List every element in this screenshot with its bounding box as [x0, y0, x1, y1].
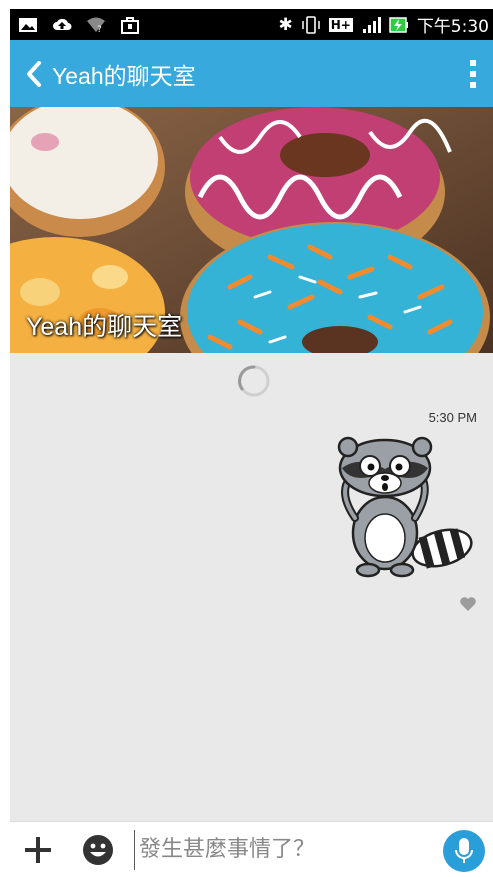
- more-vert-icon: [470, 59, 476, 88]
- chatroom-cover-image: Yeah的聊天室: [10, 107, 493, 353]
- vibrate-icon: [301, 15, 320, 34]
- voice-input-button[interactable]: [443, 830, 485, 872]
- smiley-icon: [83, 834, 113, 865]
- page-title: Yeah的聊天室: [52, 62, 196, 89]
- message-timestamp: 5:30 PM: [428, 410, 477, 425]
- raccoon-sticker[interactable]: [330, 433, 475, 583]
- signal-icon: [362, 16, 381, 33]
- back-button[interactable]: [16, 40, 52, 107]
- message-input[interactable]: [134, 829, 424, 870]
- svg-text:?: ?: [97, 25, 102, 34]
- banner-title: Yeah的聊天室: [26, 313, 183, 341]
- heart-icon[interactable]: [459, 596, 477, 612]
- store-notification-icon: [121, 16, 139, 34]
- emoji-button[interactable]: [78, 830, 118, 870]
- app-bar: Yeah的聊天室: [10, 40, 493, 107]
- battery-charging-icon: [389, 16, 408, 33]
- gallery-notification-icon: [19, 17, 37, 32]
- status-bar: ? ✱ H+ 下午5:30: [10, 9, 493, 40]
- wifi-unknown-icon: ?: [87, 17, 105, 34]
- status-time: 下午5:30: [416, 17, 489, 37]
- loading-spinner-icon: [238, 365, 270, 397]
- add-attachment-button[interactable]: [18, 830, 58, 870]
- plus-icon: [25, 836, 51, 863]
- overflow-menu-button[interactable]: [453, 40, 493, 107]
- bluetooth-icon: ✱: [278, 14, 293, 35]
- cloud-upload-icon: [53, 18, 72, 30]
- microphone-icon: [455, 838, 473, 863]
- message-composer: [10, 821, 493, 877]
- chat-message-list[interactable]: 5:30 PM: [10, 353, 493, 821]
- chevron-left-icon: [27, 60, 41, 87]
- network-type-label: H+: [328, 17, 353, 32]
